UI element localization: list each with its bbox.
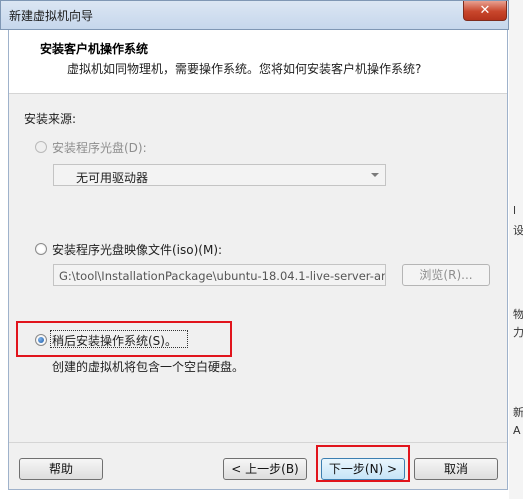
help-button[interactable]: 帮助 (19, 458, 103, 480)
back-button[interactable]: < 上一步(B) (223, 458, 307, 480)
later-option-label: 稍后安装操作系统(S)。 (52, 334, 177, 348)
chevron-down-icon (371, 173, 379, 177)
later-option-description: 创建的虚拟机将包含一个空白硬盘。 (52, 360, 245, 374)
disc-option-label: 安装程序光盘(D): (52, 141, 147, 155)
iso-option-label: 安装程序光盘映像文件(iso)(M): (52, 243, 223, 257)
browse-button[interactable]: 浏览(R)... (402, 264, 490, 286)
page-subtitle: 虚拟机如同物理机，需要操作系统。您将如何安装客户机操作系统? (67, 62, 422, 76)
close-icon: ✕ (479, 3, 491, 18)
page-title: 安装客户机操作系统 (40, 42, 149, 56)
background-glyph: 新 (513, 406, 523, 419)
new-vm-wizard-dialog: 新建虚拟机向导 ✕ 安装客户机操作系统 虚拟机如同物理机，需要操作系统。您将如何… (0, 0, 509, 499)
disc-radio[interactable] (35, 141, 47, 153)
cancel-button[interactable]: 取消 (414, 458, 498, 480)
drive-select-value: 无可用驱动器 (76, 171, 149, 185)
background-glyph: A (513, 424, 521, 437)
footer-separator (9, 442, 507, 443)
install-source-label: 安装来源: (24, 112, 77, 126)
later-radio[interactable] (35, 334, 47, 346)
background-glyph: 物 (513, 308, 523, 321)
background-glyph: 力 (513, 326, 523, 339)
iso-radio[interactable] (35, 243, 47, 255)
close-button[interactable]: ✕ (463, 1, 507, 21)
window-title: 新建虚拟机向导 (9, 9, 94, 23)
window-frame: 安装客户机操作系统 虚拟机如同物理机，需要操作系统。您将如何安装客户机操作系统?… (8, 30, 508, 490)
title-bar[interactable]: 新建虚拟机向导 ✕ (0, 0, 509, 30)
wizard-content: 安装客户机操作系统 虚拟机如同物理机，需要操作系统。您将如何安装客户机操作系统?… (9, 30, 507, 489)
iso-path-combo[interactable]: G:\tool\InstallationPackage\ubuntu-18.04… (53, 264, 386, 286)
next-button[interactable]: 下一步(N) > (321, 458, 405, 480)
background-glyph: l (513, 204, 517, 217)
drive-select[interactable]: 无可用驱动器 (53, 164, 386, 186)
wizard-header: 安装客户机操作系统 虚拟机如同物理机，需要操作系统。您将如何安装客户机操作系统? (9, 30, 507, 94)
iso-path-value: G:\tool\InstallationPackage\ubuntu-18.04… (59, 269, 386, 283)
background-glyph: 设 (513, 224, 523, 237)
